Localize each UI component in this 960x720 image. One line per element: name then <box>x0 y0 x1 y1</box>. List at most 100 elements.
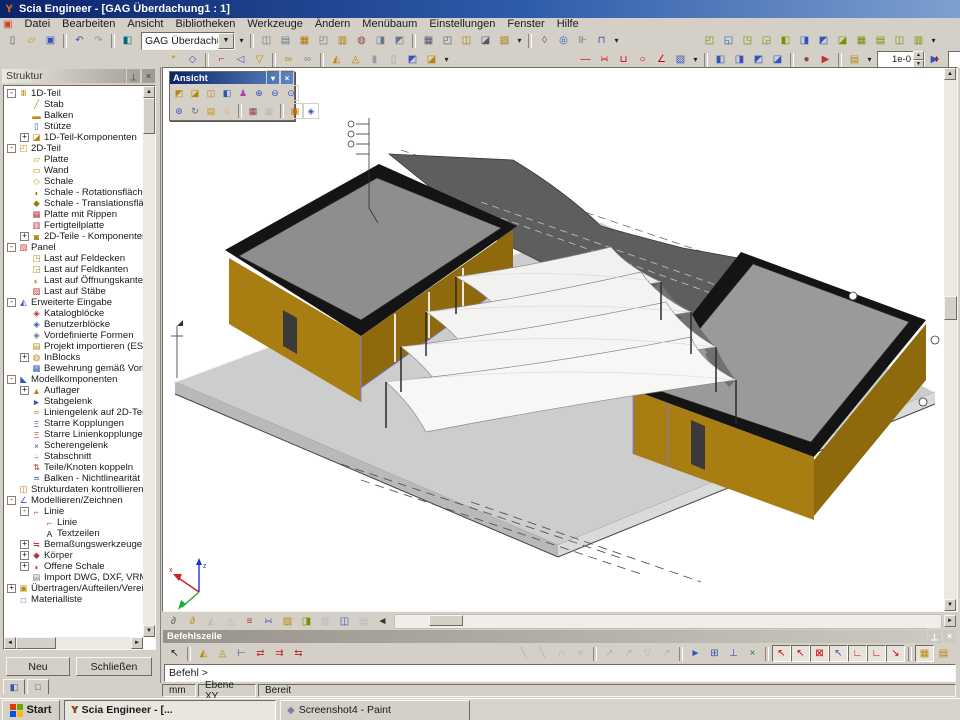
rotate-geometry-icon[interactable]: ◪ <box>422 51 441 68</box>
scrollbar-thumb[interactable] <box>143 98 155 134</box>
line-segment-icon[interactable]: ╲ <box>514 645 533 662</box>
chamfer-icon[interactable]: ◨ <box>730 51 749 68</box>
mesh-icon[interactable]: ◰ <box>314 32 333 49</box>
vertex-abs-icon[interactable]: ↗ <box>600 645 619 662</box>
snap-mode-midpoint-icon[interactable]: ↖ <box>772 645 791 662</box>
tools-dropdown-arrow-icon[interactable]: ▾ <box>611 32 622 49</box>
shrink-toggle-icon[interactable]: ∺ <box>259 613 278 630</box>
eye-icon[interactable]: ● <box>797 51 816 68</box>
palette-close-icon[interactable]: × <box>280 70 294 87</box>
snap-mode-endpoint-icon[interactable]: ↖ <box>791 645 810 662</box>
zoom-in-icon[interactable]: ⊕ <box>251 85 267 101</box>
wireframe-toggle-icon[interactable]: ▨ <box>278 613 297 630</box>
scroll-down-icon[interactable]: ▼ <box>143 625 155 637</box>
panel-pin-icon[interactable]: ⊤ <box>126 68 141 85</box>
paste-special-icon[interactable]: ▯ <box>384 51 403 68</box>
light-icon[interactable]: ○ <box>219 103 235 119</box>
collapse-icon[interactable]: - <box>20 507 29 516</box>
tree-item[interactable]: +◙2D-Teile - Komponenten <box>5 231 143 242</box>
frame-xy-icon[interactable]: ◩ <box>390 32 409 49</box>
view-yz-icon[interactable]: ◧ <box>219 85 235 101</box>
cursor-snap-icon[interactable]: ► <box>686 645 705 662</box>
scroll-right-icon[interactable]: ► <box>944 615 956 627</box>
window-layout-icon[interactable]: ◨ <box>795 32 814 49</box>
tree-item[interactable]: +≒Bemaßungswerkzeuge <box>5 539 143 550</box>
window-layout-icon[interactable]: ▦ <box>852 32 871 49</box>
window-layout-icon[interactable]: ◧ <box>776 32 795 49</box>
wireframe-view-icon[interactable]: ◈ <box>303 103 319 119</box>
model-3d-scene[interactable]: z x y <box>163 68 944 611</box>
tree-item[interactable]: ⇅Teile/Knoten koppeln <box>5 462 143 473</box>
snap-endpoint-icon[interactable]: ◬ <box>213 645 232 662</box>
workspace-icon[interactable]: ◧ <box>118 32 137 49</box>
window-layout-icon[interactable]: ◩ <box>814 32 833 49</box>
tree-item[interactable]: +▣Übertragen/Aufteilen/Vereinigen <box>5 583 143 594</box>
taskbar-task-scia[interactable]: Y Scia Engineer - [... <box>64 700 276 720</box>
vertex-polar-icon[interactable]: ▽ <box>638 645 657 662</box>
zoom-out-icon[interactable]: ⊖ <box>267 85 283 101</box>
layers-icon[interactable]: ▤ <box>845 51 864 68</box>
window-dropdown-arrow-icon[interactable]: ▾ <box>928 32 939 49</box>
snap-intersection-icon[interactable]: ⇆ <box>289 645 308 662</box>
view-folder-icon[interactable]: ▤ <box>203 103 219 119</box>
hatch-tool-icon[interactable]: ▧ <box>671 51 690 68</box>
modify-dropdown-arrow-icon[interactable]: ▾ <box>441 51 452 68</box>
tree-item[interactable]: ◈Katalogblöcke <box>5 308 143 319</box>
tree-item[interactable]: ◳Last auf Feldecken <box>5 253 143 264</box>
move-geometry-icon[interactable]: ◬ <box>346 51 365 68</box>
collapse-icon[interactable]: - <box>7 89 16 98</box>
collapse-icon[interactable]: - <box>7 375 16 384</box>
tree-item[interactable]: +◪1D-Teil-Komponenten <box>5 132 143 143</box>
tree-item[interactable]: +◗Offene Schale <box>5 561 143 572</box>
palette-menu-icon[interactable]: ▾ <box>266 70 280 87</box>
print-icon[interactable]: ▦ <box>419 32 438 49</box>
tree-item[interactable]: +◆Körper <box>5 550 143 561</box>
tree-item[interactable]: -⌐Linie <box>5 506 143 517</box>
redo-icon[interactable]: ↷ <box>89 32 108 49</box>
taskbar-task-paint[interactable]: ◆ Screenshot4 - Paint <box>280 700 470 720</box>
count-spinner[interactable]: 2 ▲▼ <box>948 51 960 68</box>
plane-indicator[interactable]: Ebene XY <box>198 684 256 697</box>
scale-spinner[interactable]: 1e-0 ▲▼ <box>877 51 925 68</box>
tree-item[interactable]: -∠Modellieren/Zeichnen <box>5 495 143 506</box>
save-icon[interactable]: ▣ <box>41 32 60 49</box>
view-axo-icon[interactable]: ◩ <box>171 85 187 101</box>
chain-icon[interactable]: ∞ <box>279 51 298 68</box>
close-segment-icon[interactable]: × <box>571 645 590 662</box>
scroll-right-icon[interactable]: ► <box>131 637 143 649</box>
line-grid-icon[interactable]: ▤ <box>934 645 953 662</box>
polyline-tool-icon[interactable]: ∺ <box>595 51 614 68</box>
document-icon[interactable]: ◪ <box>476 32 495 49</box>
tree-item[interactable]: ◐Last auf Öffnungskanten <box>5 275 143 286</box>
tree-item[interactable]: ATextzeilen <box>5 528 143 539</box>
print-preview-icon[interactable]: ◰ <box>438 32 457 49</box>
menu-item[interactable]: Werkzeuge <box>241 18 308 31</box>
lights-toggle-icon[interactable]: ▥ <box>316 613 335 630</box>
scrollbar-thumb[interactable] <box>16 637 56 649</box>
struktur-panel-header[interactable]: Struktur ⊤× <box>2 69 156 83</box>
scrollbar-thumb[interactable] <box>429 615 463 626</box>
node-labels-icon[interactable]: ∂ <box>164 613 183 630</box>
pointer-icon[interactable]: ↖ <box>165 645 184 662</box>
spinner-up-icon[interactable]: ▲ <box>913 51 924 60</box>
document-window-icon[interactable]: ▣ <box>3 19 12 30</box>
extend-icon[interactable]: ◪ <box>768 51 787 68</box>
new-icon[interactable]: ▯ <box>3 32 22 49</box>
clip-toggle-icon[interactable]: ▤ <box>354 613 373 630</box>
undo-icon[interactable]: ↶ <box>70 32 89 49</box>
unchain-icon[interactable]: ∞ <box>298 51 317 68</box>
draw-dropdown-arrow-icon[interactable]: ▾ <box>690 51 701 68</box>
tree-item[interactable]: ≃Liniengelenk auf 2D-Teil <box>5 407 143 418</box>
tree-item[interactable]: ▬Balken <box>5 110 143 121</box>
tree-item[interactable]: ◇Schale <box>5 176 143 187</box>
arc-segment-icon[interactable]: ╲ <box>533 645 552 662</box>
point-grid-icon[interactable]: * <box>164 51 183 68</box>
fillet-icon[interactable]: ◧ <box>711 51 730 68</box>
select-polygon-icon[interactable]: ▽ <box>250 51 269 68</box>
window-layout-icon[interactable]: ◫ <box>890 32 909 49</box>
snap-mode-tangent-icon[interactable]: ∟ <box>867 645 886 662</box>
batch-analysis-icon[interactable]: ▤ <box>276 32 295 49</box>
expand-icon[interactable]: + <box>20 551 29 560</box>
member-labels-icon[interactable]: ∂ <box>183 613 202 630</box>
window-layout-icon[interactable]: ◳ <box>738 32 757 49</box>
